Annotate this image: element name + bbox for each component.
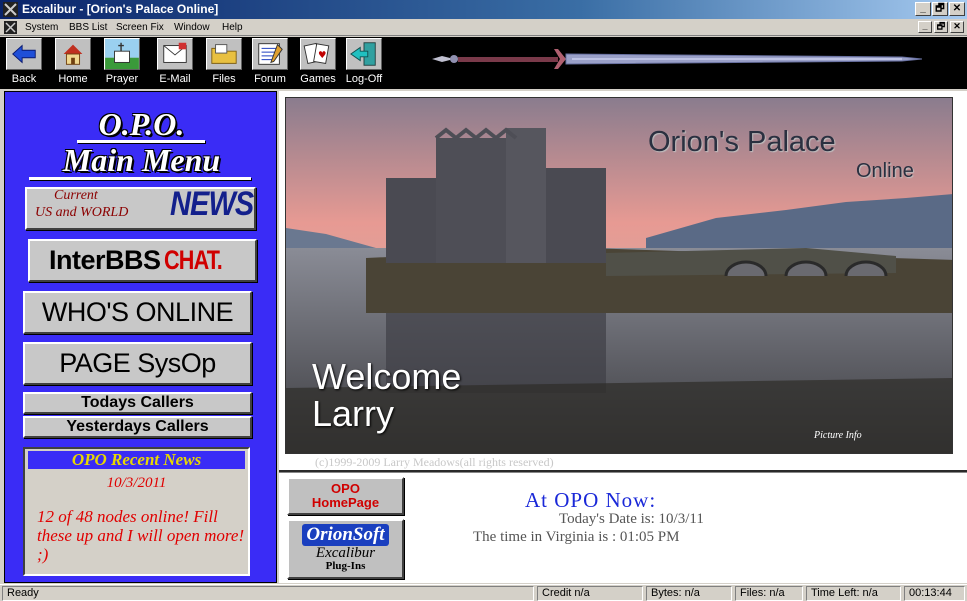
chat-label: CHAT.: [163, 245, 223, 275]
recent-news-date: 10/3/2011: [106, 475, 167, 491]
news-button[interactable]: Current US and WORLD NEWS: [25, 185, 256, 230]
picture-info-link[interactable]: Picture Info: [814, 430, 862, 441]
excalibur-label: Excalibur: [315, 545, 376, 561]
opo-homepage-line2: HomePage: [311, 495, 380, 510]
prayer-button[interactable]: Prayer: [99, 38, 145, 88]
back-button[interactable]: Back: [1, 38, 47, 88]
main-menu-title: Main Menu: [62, 142, 221, 178]
child-close-button[interactable]: ✕: [950, 21, 964, 33]
title-bar[interactable]: Excalibur - [Orion's Palace Online] _ 🗗 …: [0, 0, 967, 19]
svg-text:♥: ♥: [318, 50, 326, 61]
back-label: Back: [11, 73, 37, 85]
toolbar: Back Home Prayer E-Mail Files Forum ♥ Ga…: [0, 37, 967, 89]
restore-button[interactable]: 🗗: [932, 2, 948, 16]
user-name: Larry: [312, 393, 395, 434]
cards-icon: ♥: [300, 38, 336, 70]
files-status: Files: n/a: [735, 586, 803, 601]
main-menu-panel: O.P.O. Main Menu Current US and WORLD NE…: [4, 91, 277, 583]
forum-button[interactable]: Forum: [247, 38, 293, 88]
time-left-status: Time Left: n/a: [806, 586, 901, 601]
recent-news-box: OPO Recent News 10/3/2011 12 of 48 nodes…: [23, 447, 250, 576]
opo-homepage-button[interactable]: OPO HomePage: [287, 477, 404, 515]
menu-system[interactable]: System: [25, 19, 58, 36]
divider: [279, 470, 967, 473]
opo-title: O.P.O.: [98, 106, 185, 142]
castle-picture: Orion's Palace Online Welcome Larry Pict…: [285, 97, 953, 454]
recent-news-heading: OPO Recent News: [28, 451, 245, 469]
status-text: Ready: [2, 586, 534, 601]
logoff-label: Log-Off: [345, 73, 383, 85]
close-button[interactable]: ✕: [949, 2, 965, 16]
whos-online-button[interactable]: WHO'S ONLINE: [23, 291, 252, 334]
clock-status: 00:13:44: [904, 586, 965, 601]
games-button[interactable]: ♥ Games: [295, 38, 341, 88]
forum-label: Forum: [254, 73, 286, 85]
files-button[interactable]: Files: [201, 38, 247, 88]
interbbs-label: InterBBS: [48, 245, 161, 275]
orions-palace-title: Orion's Palace: [648, 126, 836, 158]
online-subtitle: Online: [856, 160, 914, 182]
copyright-text: (c)1999-2009 Larry Meadows(all rights re…: [315, 455, 554, 469]
virginia-time: The time in Virginia is : 01:05 PM: [473, 529, 680, 545]
yesterdays-callers-button[interactable]: Yesterdays Callers: [23, 416, 252, 438]
todays-callers-button[interactable]: Todays Callers: [23, 392, 252, 414]
plugins-label: Plug-Ins: [325, 560, 366, 572]
window-title: Excalibur - [Orion's Palace Online]: [22, 2, 219, 16]
opo-homepage-line1: OPO: [331, 481, 360, 496]
email-icon: [157, 38, 193, 70]
welcome-text: Welcome: [312, 356, 462, 397]
folder-icon: [206, 38, 242, 70]
todays-date: Today's Date is: 10/3/11: [559, 511, 704, 527]
menu-screen-fix[interactable]: Screen Fix: [116, 19, 164, 36]
bytes-status: Bytes: n/a: [646, 586, 732, 601]
page-sysop-button[interactable]: PAGE SysOp: [23, 342, 252, 385]
child-restore-button[interactable]: 🗗: [934, 21, 948, 33]
minimize-button[interactable]: _: [915, 2, 931, 16]
child-minimize-button[interactable]: _: [918, 21, 932, 33]
email-button[interactable]: E-Mail: [152, 38, 198, 88]
menu-bbs-list[interactable]: BBS List: [69, 19, 107, 36]
exit-door-icon: [346, 38, 382, 70]
menu-bar: System BBS List Screen Fix Window Help _…: [0, 19, 967, 36]
interbbs-chat-button[interactable]: InterBBS CHAT.: [28, 239, 257, 282]
prayer-label: Prayer: [105, 73, 139, 85]
excalibur-app-icon: [3, 2, 18, 17]
orionsoft-plugins-button[interactable]: OrionSoft Excalibur Plug-Ins: [287, 519, 404, 579]
email-label: E-Mail: [159, 73, 191, 85]
document-icon[interactable]: [4, 21, 17, 34]
church-icon: [104, 38, 140, 70]
at-opo-now-heading: At OPO Now:: [525, 488, 657, 512]
news-big-label: NEWS: [170, 185, 254, 223]
menu-help[interactable]: Help: [222, 19, 243, 36]
forum-icon: [252, 38, 288, 70]
logoff-button[interactable]: Log-Off: [341, 38, 387, 88]
credit-status: Credit n/a: [537, 586, 643, 601]
menu-window[interactable]: Window: [174, 19, 210, 36]
home-label: Home: [58, 73, 88, 85]
sword-icon: [432, 49, 922, 69]
news-current-label: Current: [54, 188, 98, 203]
home-button[interactable]: Home: [50, 38, 96, 88]
back-arrow-icon: [6, 38, 42, 70]
status-bar: Ready Credit n/a Bytes: n/a Files: n/a T…: [0, 584, 967, 601]
recent-news-body: 12 of 48 nodes online! Fill these up and…: [37, 507, 245, 564]
home-icon: [55, 38, 91, 70]
orionsoft-logo: OrionSoft: [302, 524, 389, 546]
title-underline-2: [29, 177, 251, 180]
news-world-label: US and WORLD: [35, 205, 129, 220]
main-content: Orion's Palace Online Welcome Larry Pict…: [279, 91, 967, 583]
